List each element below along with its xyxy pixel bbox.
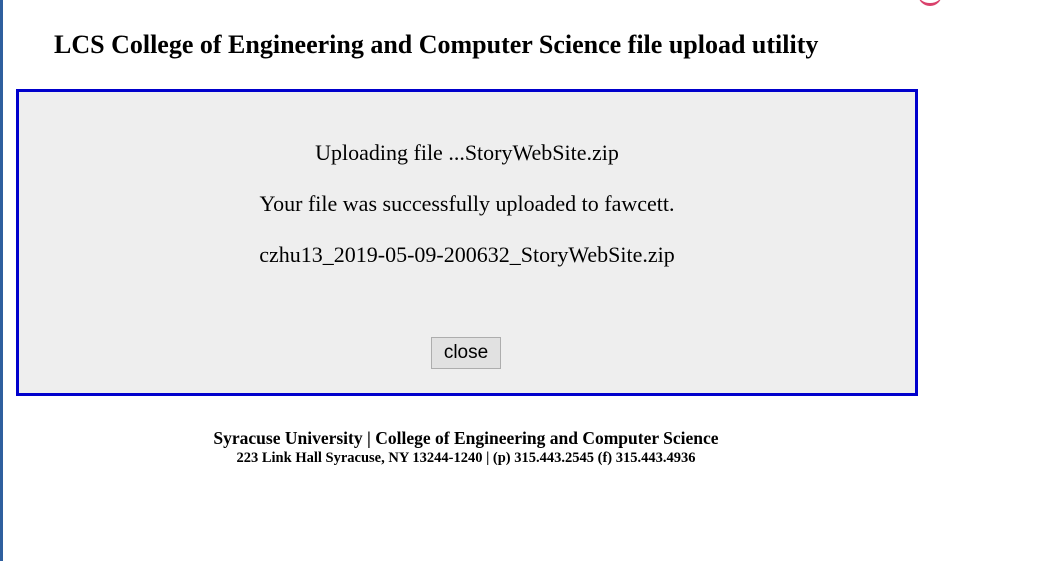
upload-status-panel: Uploading file ...StoryWebSite.zip Your … — [16, 89, 918, 396]
footer-institution: Syracuse University | College of Enginee… — [213, 428, 719, 448]
uploading-message: Uploading file ...StoryWebSite.zip — [315, 140, 619, 165]
footer-contact: 223 Link Hall Syracuse, NY 13244-1240 | … — [236, 450, 696, 466]
footer: Syracuse University | College of Enginee… — [16, 427, 916, 468]
corner-decoration — [918, 0, 942, 6]
window-left-edge — [0, 0, 3, 561]
success-message: Your file was successfully uploaded to f… — [259, 191, 675, 216]
stored-filename: czhu13_2019-05-09-200632_StoryWebSite.zi… — [259, 242, 675, 267]
close-button[interactable]: close — [431, 337, 501, 369]
upload-utility-page: LCS College of Engineering and Computer … — [0, 0, 1046, 561]
page-title: LCS College of Engineering and Computer … — [54, 30, 819, 59]
